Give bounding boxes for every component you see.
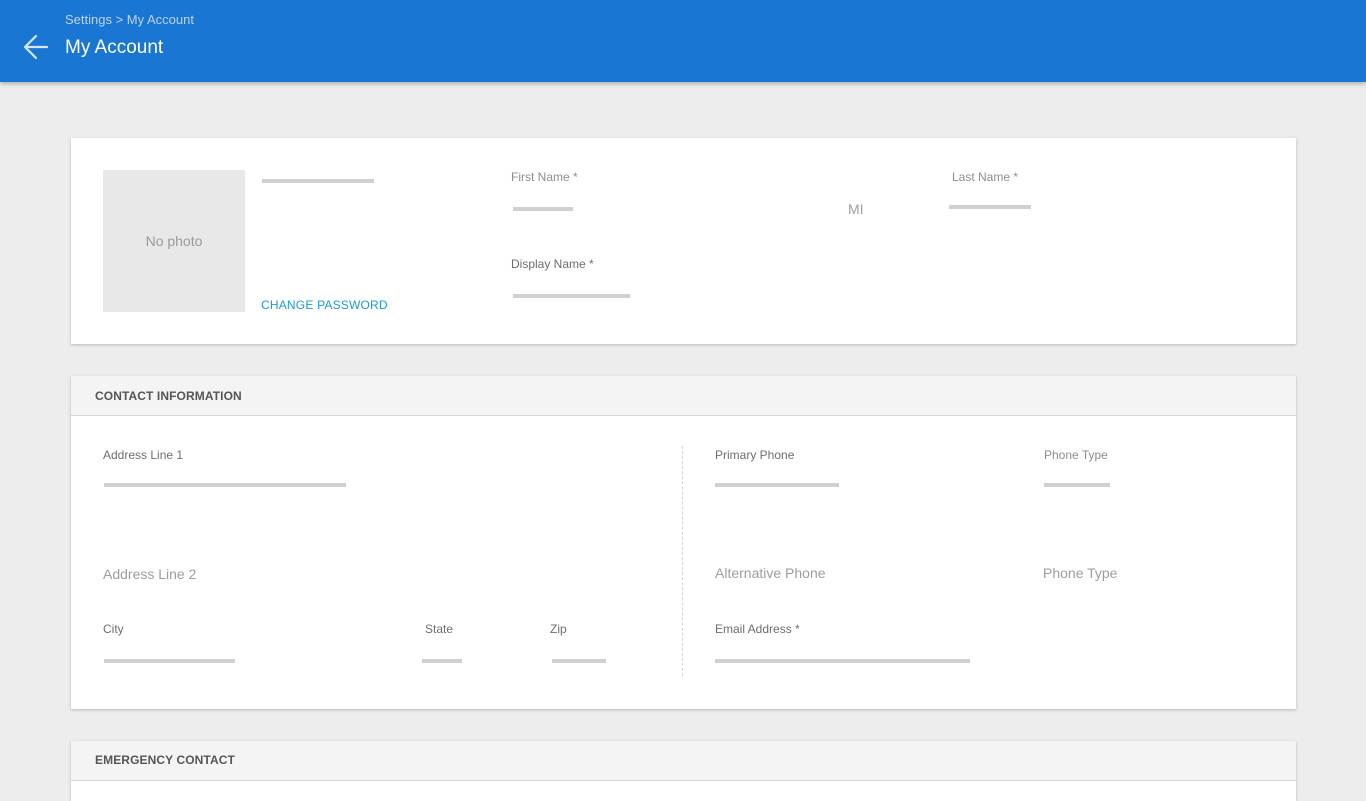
state-label: State bbox=[425, 622, 454, 636]
primary-phone-label: Primary Phone bbox=[715, 448, 795, 462]
contact-section-title: CONTACT INFORMATION bbox=[95, 389, 242, 403]
address1-label: Address Line 1 bbox=[103, 448, 184, 462]
alternative-phone-input[interactable]: Alternative Phone bbox=[715, 565, 826, 581]
first-name-input[interactable] bbox=[513, 207, 573, 211]
address2-input[interactable]: Address Line 2 bbox=[103, 566, 196, 582]
middle-initial-input[interactable]: MI bbox=[848, 201, 864, 217]
city-label: City bbox=[103, 622, 124, 636]
emergency-section-title: EMERGENCY CONTACT bbox=[95, 753, 235, 767]
primary-phone-input[interactable] bbox=[715, 483, 839, 487]
column-divider bbox=[682, 446, 683, 676]
last-name-label: Last Name * bbox=[952, 170, 1019, 184]
first-name-label: First Name * bbox=[511, 170, 578, 184]
arrow-left-icon bbox=[23, 34, 49, 60]
app-bar: Settings > My Account My Account bbox=[0, 0, 1366, 82]
profile-card: No photo CHANGE PASSWORD First Name * MI… bbox=[71, 138, 1296, 344]
address1-input[interactable] bbox=[104, 483, 346, 487]
state-input[interactable] bbox=[422, 659, 462, 663]
alternative-phone-type-select[interactable]: Phone Type bbox=[1043, 565, 1117, 581]
back-button[interactable] bbox=[22, 33, 50, 61]
zip-label: Zip bbox=[550, 622, 567, 636]
zip-input[interactable] bbox=[552, 659, 606, 663]
email-label: Email Address * bbox=[715, 622, 800, 636]
contact-information-card: CONTACT INFORMATION Address Line 1 Addre… bbox=[71, 376, 1296, 709]
change-password-link[interactable]: CHANGE PASSWORD bbox=[261, 298, 388, 312]
last-name-input[interactable] bbox=[949, 205, 1031, 209]
display-name-label: Display Name * bbox=[511, 257, 594, 271]
email-input[interactable] bbox=[715, 659, 970, 663]
display-name-input[interactable] bbox=[513, 294, 630, 298]
username-field bbox=[262, 179, 374, 183]
phone-type-select[interactable] bbox=[1044, 483, 1110, 487]
profile-photo[interactable]: No photo bbox=[103, 170, 245, 312]
page-title: My Account bbox=[65, 37, 164, 58]
breadcrumb[interactable]: Settings > My Account bbox=[65, 12, 194, 27]
phone-type-label: Phone Type bbox=[1044, 448, 1108, 462]
emergency-section-header: EMERGENCY CONTACT bbox=[71, 741, 1296, 781]
contact-section-header: CONTACT INFORMATION bbox=[71, 376, 1296, 416]
photo-placeholder-text: No photo bbox=[145, 233, 203, 249]
emergency-contact-card: EMERGENCY CONTACT bbox=[71, 741, 1296, 801]
city-input[interactable] bbox=[104, 659, 235, 663]
